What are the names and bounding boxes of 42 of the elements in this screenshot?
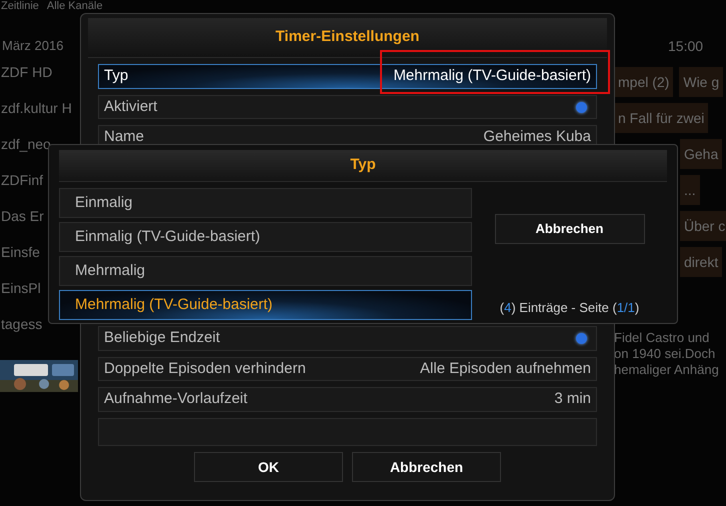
programme-cell[interactable]: n Fall für zwei <box>614 103 708 133</box>
programme-cell[interactable]: Über c <box>680 211 726 241</box>
setting-label: Aufnahme-Vorlaufzeit <box>104 389 248 410</box>
time-label: 15:00 <box>668 37 704 56</box>
programme-cell[interactable]: mpel (2) <box>614 67 674 97</box>
setting-row[interactable]: Aufnahme-Vorlaufzeit 3 min <box>98 387 597 412</box>
type-option[interactable]: Mehrmalig <box>59 256 472 286</box>
description-line: hemaliger Anhäng <box>614 362 720 378</box>
type-option[interactable]: Einmalig <box>59 188 472 218</box>
setting-value: 3 min <box>554 389 591 410</box>
setting-row[interactable]: Doppelte Episoden verhindern Alle Episoden aufnehmen <box>98 356 597 382</box>
setting-label: Doppelte Episoden verhindern <box>104 358 306 379</box>
view-tab[interactable]: Zeitlinie <box>1 0 39 12</box>
type-option[interactable]: Mehrmalig (TV-Guide-basiert) <box>59 290 472 320</box>
cancel-button[interactable]: Abbrechen <box>494 214 644 244</box>
date-label: März 2016 <box>1 37 64 55</box>
page-info: (4) Einträge - Seite (1/1) <box>500 299 640 317</box>
channel-name[interactable]: zdf.kultur H <box>0 98 80 134</box>
setting-row[interactable]: Typ Mehrmalig (TV-Guide-basiert) <box>98 64 597 89</box>
description-line: on 1940 sei.Doch <box>614 346 716 362</box>
setting-value: Alle Episoden aufnehmen <box>420 358 591 379</box>
setting-label: Typ <box>104 66 128 86</box>
dialog-button[interactable]: OK <box>194 452 343 482</box>
type-option[interactable]: Einmalig (TV-Guide-basiert) <box>59 222 472 252</box>
programme-cell[interactable]: ... <box>680 175 700 205</box>
programme-cell[interactable]: Wie g <box>679 67 724 97</box>
dialog-title: Timer-Einstellungen <box>276 27 420 48</box>
setting-value: Geheimes Kuba <box>483 127 591 148</box>
view-tab[interactable]: Alle Kanäle <box>46 0 103 12</box>
dialog-title: Typ <box>350 155 376 176</box>
dialog-button[interactable]: Abbrechen <box>352 452 501 482</box>
setting-label: Beliebige Endzeit <box>104 328 220 348</box>
setting-row[interactable]: Beliebige Endzeit <box>98 326 597 351</box>
setting-row[interactable] <box>98 418 597 446</box>
description-line: Fidel Castro und <box>614 330 710 346</box>
setting-value: Mehrmalig (TV-Guide-basiert) <box>393 66 591 86</box>
programme-cell[interactable]: direkt <box>680 247 722 277</box>
channel-name[interactable]: ZDF HD <box>0 62 80 98</box>
programme-cell[interactable]: Geha <box>680 139 722 169</box>
setting-label: Aktiviert <box>104 96 158 117</box>
setting-label: Name <box>104 127 144 148</box>
setting-row[interactable]: Aktiviert <box>98 94 597 120</box>
